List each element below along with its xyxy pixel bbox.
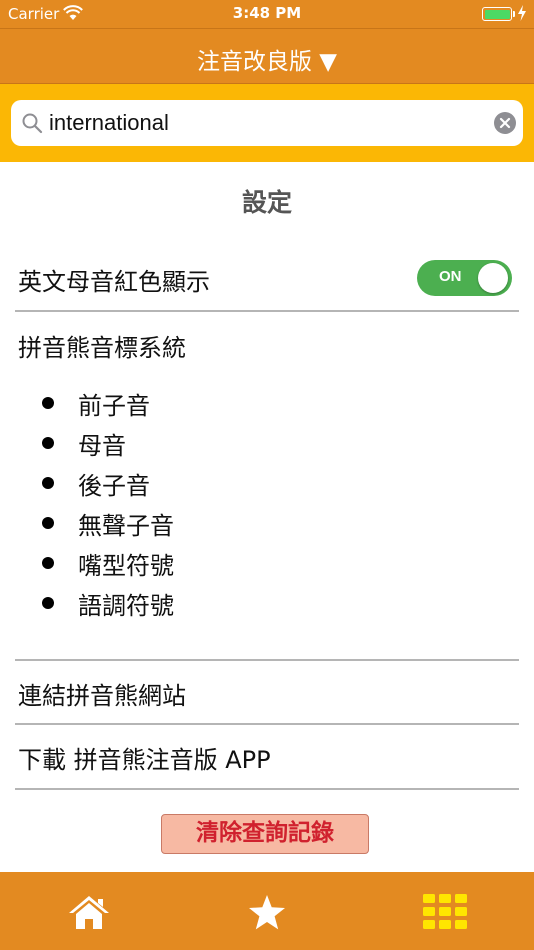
- page-title: 設定: [241, 188, 292, 217]
- home-icon: [69, 896, 109, 929]
- download-app-link[interactable]: 下載 拼音熊注音版 APP: [18, 740, 271, 775]
- list-item[interactable]: 前子音: [0, 384, 534, 424]
- toggle-state-label: ON: [439, 268, 462, 285]
- list-item[interactable]: 嘴型符號: [0, 544, 534, 584]
- list-item[interactable]: 後子音: [0, 464, 534, 504]
- vowel-red-toggle[interactable]: ON: [417, 260, 512, 296]
- list-item[interactable]: 語調符號: [0, 584, 534, 624]
- close-icon: [499, 117, 511, 129]
- list-item[interactable]: 無聲子音: [0, 504, 534, 544]
- system-list: 前子音 母音 後子音 無聲子音 嘴型符號 語調符號: [0, 384, 534, 624]
- status-bar: Carrier 3:48 PM: [0, 0, 534, 28]
- system-heading: 拼音熊音標系統: [18, 334, 186, 362]
- battery-tip: [513, 11, 515, 17]
- tab-settings[interactable]: [356, 872, 534, 950]
- divider: [15, 310, 519, 312]
- star-icon: [249, 895, 285, 930]
- list-item-label: 語調符號: [78, 592, 174, 620]
- tab-home[interactable]: [0, 872, 178, 950]
- list-item-label: 無聲子音: [78, 512, 174, 540]
- bullet-icon: [42, 517, 54, 529]
- list-item-label: 後子音: [78, 472, 150, 500]
- clear-search-button[interactable]: [494, 112, 516, 134]
- charging-bolt-icon: [518, 5, 526, 21]
- bullet-icon: [42, 557, 54, 569]
- list-item-label: 母音: [78, 432, 126, 460]
- bullet-icon: [42, 477, 54, 489]
- list-item[interactable]: 母音: [0, 424, 534, 464]
- nav-bar: 注音改良版 ▼: [0, 28, 534, 84]
- clear-history-button[interactable]: 清除查詢記錄: [161, 814, 369, 854]
- search-icon: [22, 113, 43, 134]
- divider: [15, 788, 519, 790]
- clock: 3:48 PM: [232, 4, 302, 22]
- search-bar: [0, 84, 534, 162]
- list-item-label: 嘴型符號: [78, 552, 174, 580]
- search-input[interactable]: [49, 100, 489, 146]
- list-item-label: 前子音: [78, 392, 150, 420]
- website-link[interactable]: 連結拼音熊網站: [18, 676, 186, 711]
- divider: [15, 659, 519, 661]
- tab-favorites[interactable]: [178, 872, 356, 950]
- divider: [15, 723, 519, 725]
- bullet-icon: [42, 397, 54, 409]
- grid-icon: [423, 894, 467, 929]
- bullet-icon: [42, 597, 54, 609]
- bullet-icon: [42, 437, 54, 449]
- toggle-knob: [478, 263, 508, 293]
- vowel-red-label: 英文母音紅色顯示: [18, 268, 210, 296]
- battery-icon: [482, 7, 512, 21]
- dictionary-selector[interactable]: 注音改良版 ▼: [0, 42, 534, 76]
- search-box: [11, 100, 523, 146]
- tab-bar: [0, 872, 534, 950]
